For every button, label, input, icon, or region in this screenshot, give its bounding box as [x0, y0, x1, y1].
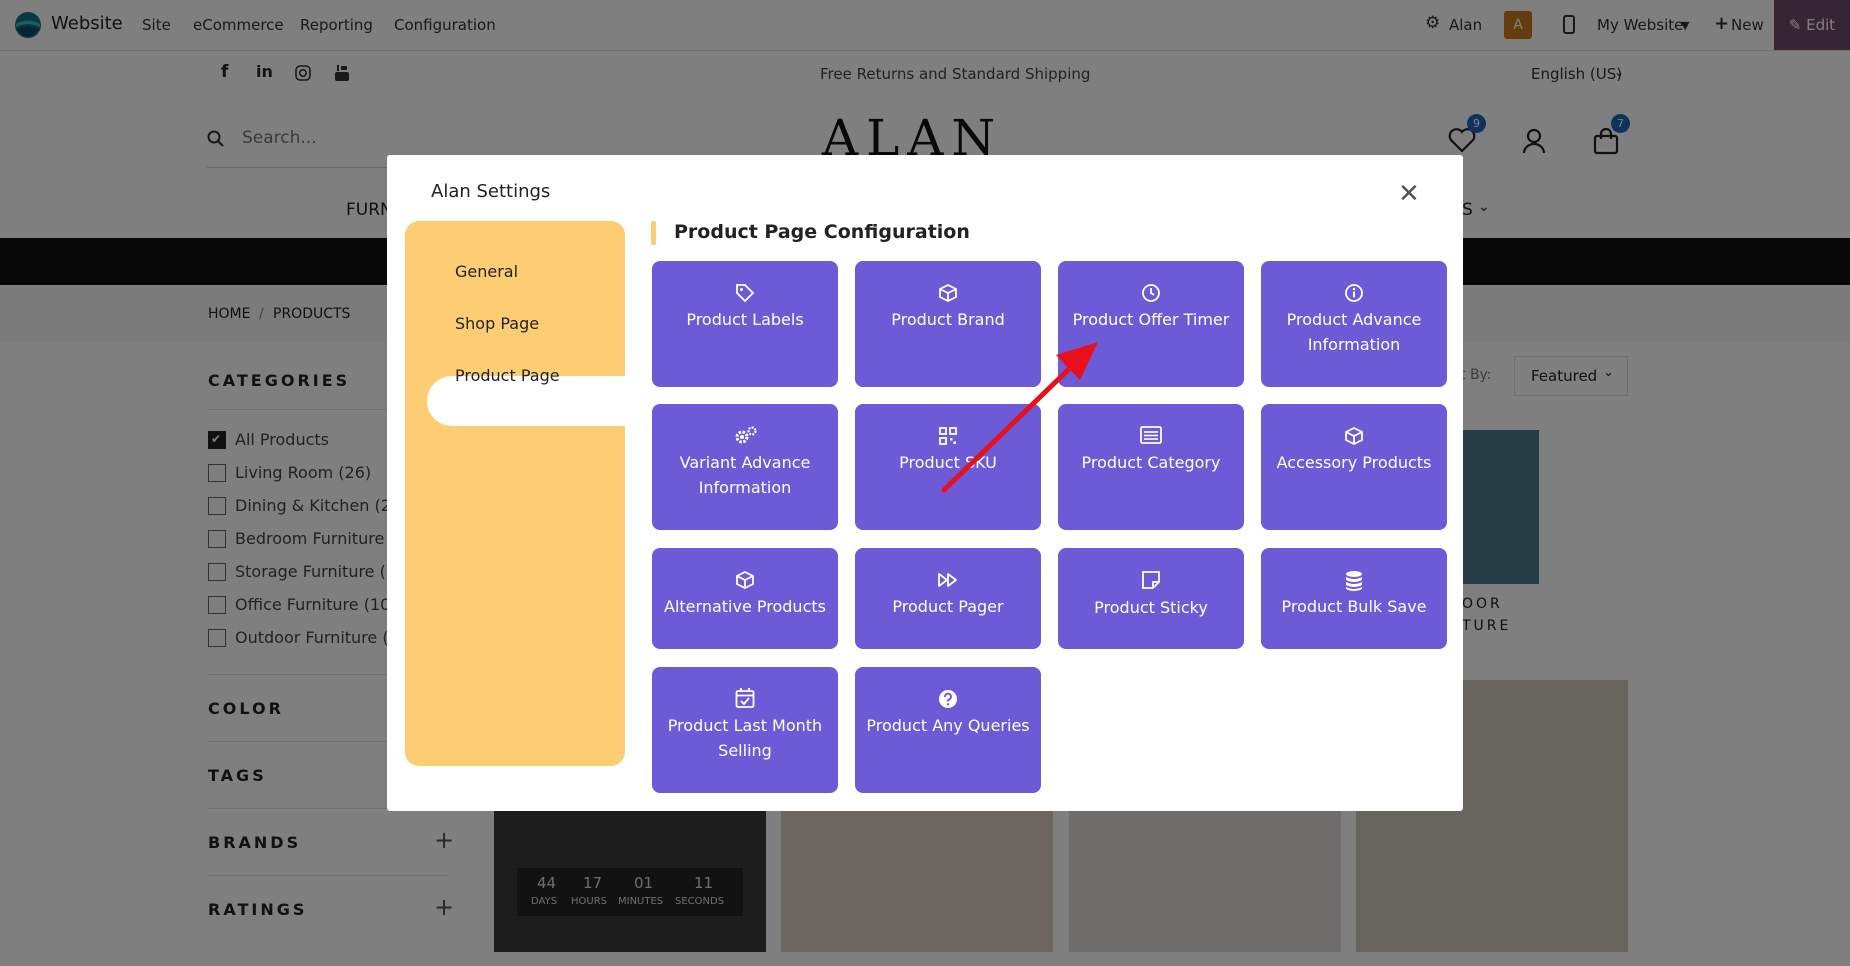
tile-product-offer-timer[interactable]: Product Offer Timer [1058, 261, 1244, 387]
menu-product-page[interactable]: Product Page [455, 366, 560, 385]
tile-label: Product Bulk Save [1281, 597, 1427, 616]
modal-title: Alan Settings [431, 181, 551, 202]
tile-product-bulk-save[interactable]: Product Bulk Save [1261, 548, 1447, 649]
tile-product-last-month-selling[interactable]: Product Last Month Selling [652, 667, 838, 793]
box-icon [1345, 426, 1363, 446]
settings-modal: Alan Settings ✕ General Shop Page Produc… [387, 155, 1463, 811]
section-accent [651, 221, 656, 245]
box-icon [736, 570, 754, 590]
tile-label: Product Brand [891, 310, 1005, 329]
tile-variant-advance-information[interactable]: Variant Advance Information [652, 404, 838, 530]
tile-product-category[interactable]: Product Category [1058, 404, 1244, 530]
clock-icon [1142, 284, 1160, 302]
tile-label: Accessory Products [1276, 453, 1432, 472]
box-icon [939, 283, 957, 303]
tile-accessory-products[interactable]: Accessory Products [1261, 404, 1447, 530]
tile-product-brand[interactable]: Product Brand [855, 261, 1041, 387]
calendar-check-icon [735, 688, 755, 708]
tile-label: Product Labels [686, 310, 804, 329]
tile-product-sku[interactable]: Product SKU [855, 404, 1041, 530]
tile-label: Product Sticky [1094, 598, 1208, 617]
tile-product-labels[interactable]: Product Labels [652, 261, 838, 387]
close-icon[interactable]: ✕ [1398, 179, 1420, 209]
tile-product-pager[interactable]: Product Pager [855, 548, 1041, 649]
tile-label: Product Pager [892, 597, 1004, 616]
settings-menu: General Shop Page Product Page [405, 221, 625, 766]
tile-label: Product SKU [899, 453, 997, 472]
tile-alternative-products[interactable]: Alternative Products [652, 548, 838, 649]
database-icon [1346, 571, 1362, 591]
question-icon [939, 690, 957, 708]
tile-product-sticky[interactable]: Product Sticky [1058, 548, 1244, 649]
info-icon [1345, 284, 1363, 302]
gears-icon [735, 426, 757, 444]
tile-label: Alternative Products [664, 597, 826, 616]
tile-label: Product Any Queries [866, 716, 1030, 735]
tile-product-any-queries[interactable]: Product Any Queries [855, 667, 1041, 793]
sticky-note-icon [1142, 571, 1160, 589]
tile-label: Variant Advance Information [679, 453, 811, 497]
list-icon [1140, 426, 1162, 444]
tile-label: Product Offer Timer [1072, 310, 1230, 329]
tile-label: Product Advance Information [1286, 310, 1422, 354]
menu-shop-page[interactable]: Shop Page [455, 314, 539, 333]
section-title: Product Page Configuration [674, 221, 970, 243]
forward-icon [938, 573, 957, 587]
tile-label: Product Category [1081, 453, 1221, 472]
menu-general[interactable]: General [455, 262, 518, 281]
qrcode-icon [939, 427, 957, 445]
tile-label: Product Last Month Selling [667, 716, 823, 760]
tag-icon [736, 284, 755, 303]
tile-product-advance-information[interactable]: Product Advance Information [1261, 261, 1447, 387]
